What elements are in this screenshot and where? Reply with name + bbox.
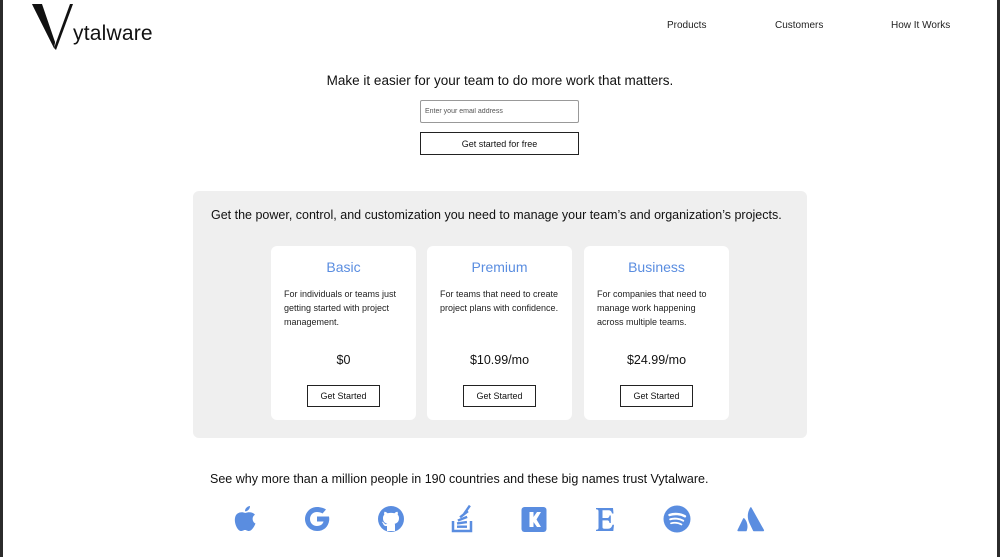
github-icon (376, 504, 406, 534)
plan-price: $24.99/mo (626, 353, 687, 367)
premium-get-started-button[interactable]: Get Started (463, 385, 536, 407)
trust-text: See why more than a million people in 19… (210, 472, 709, 486)
plan-card-business: Business For companies that need to mana… (584, 246, 729, 420)
nav-how-it-works[interactable]: How It Works (891, 20, 950, 31)
hero-title: Make it easier for your team to do more … (326, 73, 674, 88)
v-logo-icon (32, 4, 73, 50)
kickstarter-icon (520, 504, 550, 534)
plan-name: Business (628, 259, 685, 275)
google-icon (302, 504, 332, 534)
plan-price: $0 (336, 353, 351, 367)
stack-overflow-icon (449, 504, 479, 534)
plan-name: Premium (471, 259, 528, 275)
nav-customers[interactable]: Customers (775, 20, 823, 31)
apple-icon (231, 504, 261, 534)
plan-price: $10.99/mo (469, 353, 530, 367)
plan-description: For teams that need to create project pl… (440, 289, 559, 313)
plan-description: For individuals or teams just getting st… (284, 289, 397, 327)
plan-description: For companies that need to manage work h… (597, 289, 707, 327)
basic-get-started-button[interactable]: Get Started (307, 385, 380, 407)
plan-card-basic: Basic For individuals or teams just gett… (271, 246, 416, 420)
atlassian-icon (736, 504, 766, 534)
etsy-icon (591, 504, 621, 534)
nav-products[interactable]: Products (667, 20, 706, 31)
logo-text: ytalware (73, 22, 153, 45)
spotify-icon (662, 504, 692, 534)
plan-name: Basic (326, 259, 361, 275)
brand-logo[interactable]: ytalware (32, 2, 162, 52)
get-started-free-button[interactable]: Get started for free (420, 132, 579, 155)
email-input[interactable] (420, 100, 579, 123)
pricing-panel: Get the power, control, and customizatio… (193, 191, 807, 438)
plan-card-premium: Premium For teams that need to create pr… (427, 246, 572, 420)
business-get-started-button[interactable]: Get Started (620, 385, 693, 407)
pricing-heading: Get the power, control, and customizatio… (211, 208, 782, 222)
